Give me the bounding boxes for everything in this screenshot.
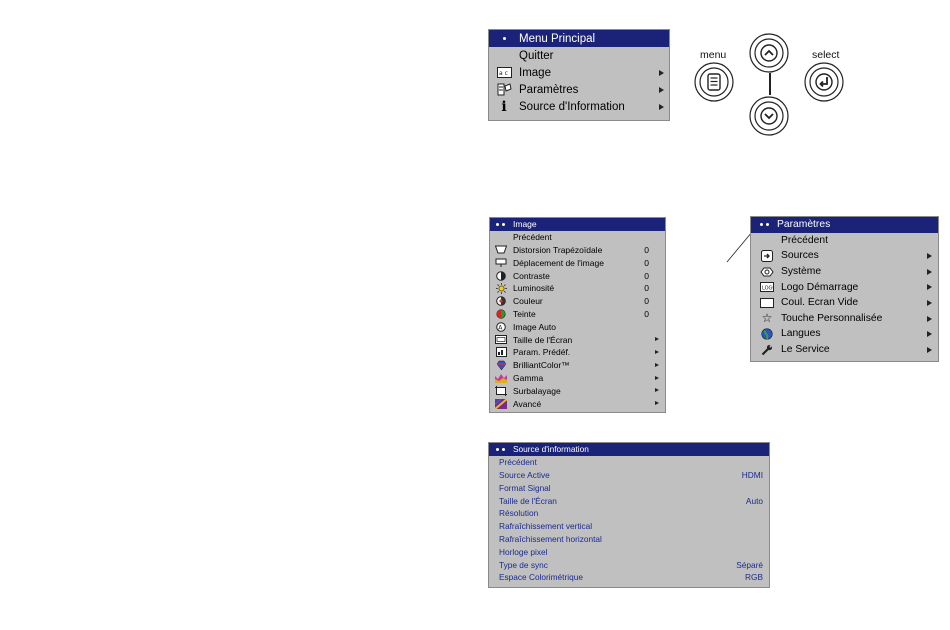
sources-icon <box>757 249 777 262</box>
system-icon <box>757 266 777 278</box>
settings-item-sources[interactable]: Sources <box>751 248 938 264</box>
submenu-arrow-icon <box>927 315 932 322</box>
svg-text:LOGO: LOGO <box>762 286 774 292</box>
info-row-resolution: Résolution <box>499 508 539 519</box>
settings-menu-title: Paramètres <box>777 219 831 231</box>
wrench-icon <box>757 344 777 356</box>
settings-menu-header[interactable]: Paramètres <box>751 217 938 233</box>
submenu-arrow-icon <box>927 268 932 275</box>
submenu-arrow-icon <box>927 284 932 291</box>
star-icon: ☆ <box>761 311 773 326</box>
bullet-icon <box>493 447 507 451</box>
info-menu-title: Source d'information <box>513 444 589 455</box>
info-row-horizontal-refresh: Rafraîchissement horizontal <box>499 533 602 544</box>
info-row-active-source: Source Active HDMI <box>499 469 763 480</box>
info-menu: Source d'information Précédent Source Ac… <box>488 442 770 588</box>
submenu-arrow-icon <box>927 299 932 306</box>
settings-item-blank-screen[interactable]: Coul. Écran Vide <box>751 295 938 311</box>
info-row-color-space: Espace Colorimétrique RGB <box>499 572 763 583</box>
settings-item-custom-key[interactable]: ☆ Touche Personnalisée <box>751 311 938 327</box>
settings-item-startup-logo[interactable]: LOGO Logo Démarrage <box>751 279 938 295</box>
info-row-vertical-refresh: Rafraîchissement vertical <box>499 521 593 532</box>
settings-item-precedent[interactable]: Précédent <box>751 233 938 249</box>
settings-item-languages[interactable]: Langues <box>751 326 938 342</box>
startup-logo-icon: LOGO <box>757 281 777 293</box>
submenu-arrow-icon <box>927 331 932 338</box>
info-row-signal-format: Format Signal <box>499 482 551 493</box>
blank-screen-icon <box>757 297 777 309</box>
info-row-pixel-clock: Horloge pixel <box>499 546 548 557</box>
info-row-sync-type: Type de sync Séparé <box>499 559 763 570</box>
submenu-arrow-icon <box>927 253 932 260</box>
settings-item-service[interactable]: Le Service <box>751 342 938 358</box>
bullet-icon <box>757 219 771 231</box>
settings-item-system[interactable]: Système <box>751 264 938 280</box>
settings-menu: Paramètres Précédent Sources Système LOG… <box>750 216 939 362</box>
info-row-precedent[interactable]: Précédent <box>489 456 769 469</box>
globe-icon <box>757 328 777 340</box>
submenu-arrow-icon <box>927 346 932 353</box>
info-menu-header[interactable]: Source d'information <box>489 443 769 456</box>
info-row-screen-size: Taille de l'Écran Auto <box>499 495 763 506</box>
